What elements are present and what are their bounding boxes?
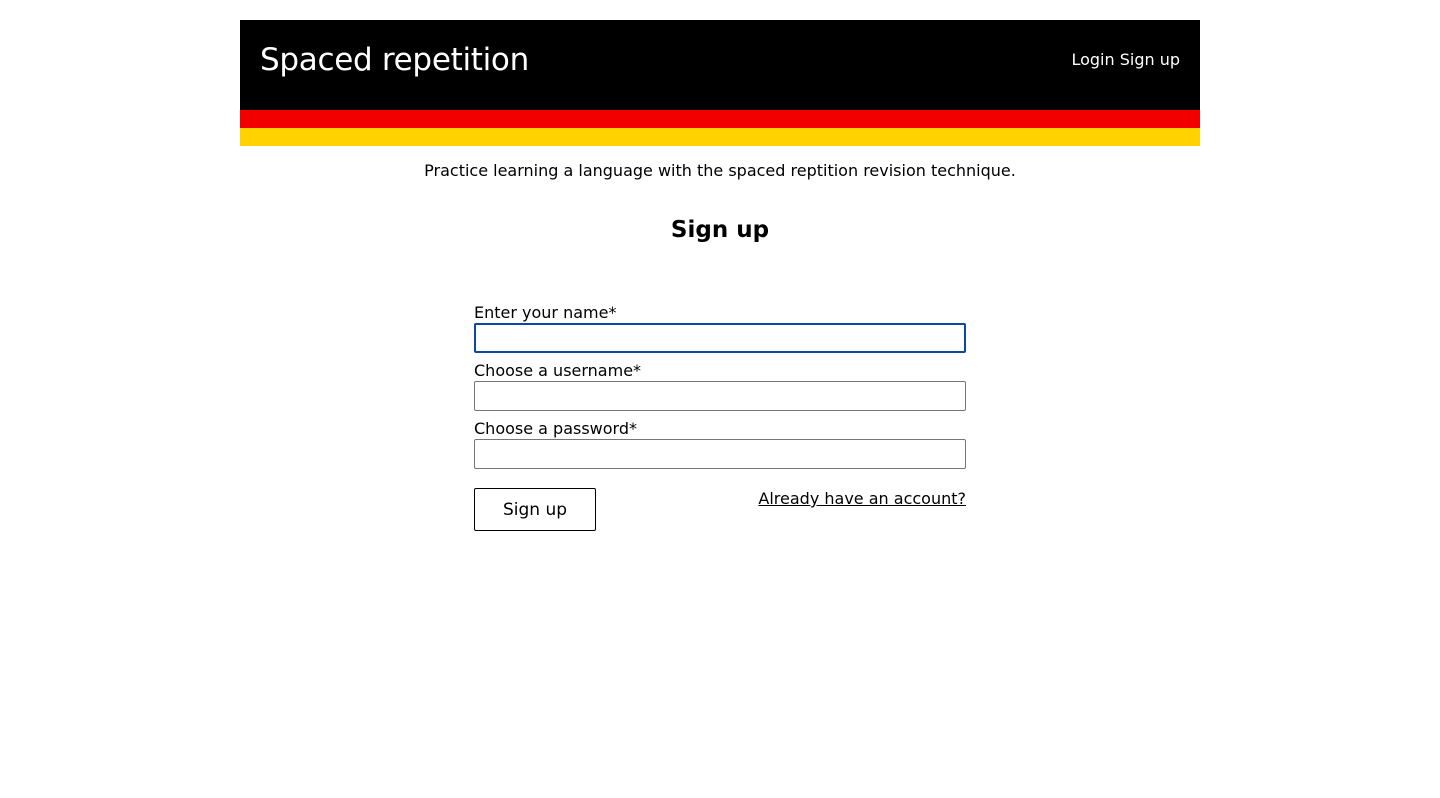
password-input[interactable]	[474, 439, 966, 469]
tagline: Practice learning a language with the sp…	[424, 161, 1016, 180]
name-label: Enter your name*	[474, 303, 617, 322]
signup-button[interactable]: Sign up	[474, 488, 596, 531]
nav-login-link[interactable]: Login	[1071, 50, 1114, 69]
name-field-group: Enter your name*	[474, 303, 966, 361]
top-nav: Login Sign up	[1071, 50, 1180, 70]
login-link[interactable]: Already have an account?	[758, 488, 966, 510]
username-label: Choose a username*	[474, 361, 642, 380]
signup-form: Enter your name* Choose a username* Choo…	[474, 303, 966, 531]
password-field-group: Choose a password*	[474, 419, 966, 477]
name-input[interactable]	[474, 323, 966, 353]
flag-stripe-gold	[240, 128, 1200, 146]
site-header: Spaced repetition Login Sign up	[240, 20, 1200, 110]
nav-signup-link[interactable]: Sign up	[1120, 50, 1180, 69]
username-field-group: Choose a username*	[474, 361, 966, 419]
page-title: Sign up	[670, 217, 770, 243]
username-input[interactable]	[474, 381, 966, 411]
form-actions: Sign up Already have an account?	[474, 488, 966, 531]
flag-stripe-red	[240, 110, 1200, 128]
password-label: Choose a password*	[474, 419, 638, 438]
site-title: Spaced repetition	[260, 42, 529, 78]
